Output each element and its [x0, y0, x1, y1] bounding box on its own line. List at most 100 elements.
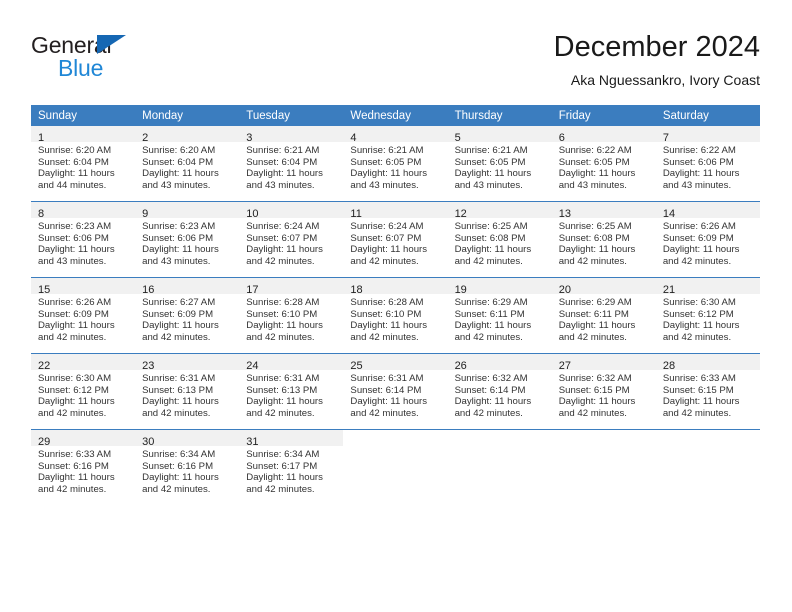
day-details: Sunrise: 6:26 AM Sunset: 6:09 PM Daylight:…	[656, 218, 760, 267]
calendar-day-cell[interactable]: 24 Sunrise: 6:31 AM Sunset: 6:13 PM Dayligh…	[239, 353, 344, 430]
sunrise-text: Sunrise: 6:32 AM	[558, 373, 632, 384]
calendar-day-cell[interactable]: 20 Sunrise: 6:29 AM Sunset: 6:11 PM Dayligh…	[551, 277, 656, 354]
calendar-day-cell[interactable]: 31 Sunrise: 6:34 AM Sunset: 6:17 PM Dayligh…	[239, 429, 344, 505]
sunrise-text: Sunrise: 6:21 AM	[350, 145, 424, 156]
calendar-day-cell[interactable]: 10 Sunrise: 6:24 AM Sunset: 6:07 PM Dayligh…	[239, 201, 344, 278]
weekday-header-tuesday: Tuesday	[239, 105, 344, 126]
daylight-text-line2: and 42 minutes.	[246, 255, 315, 267]
calendar-day-cell[interactable]: 11 Sunrise: 6:24 AM Sunset: 6:07 PM Dayligh…	[343, 201, 448, 278]
daylight-text-line2: and 42 minutes.	[38, 331, 107, 343]
calendar-day-cell[interactable]: 25 Sunrise: 6:31 AM Sunset: 6:14 PM Dayligh…	[343, 353, 448, 430]
daylight-text-line1: Daylight: 11 hours	[38, 320, 115, 332]
day-details: Sunrise: 6:31 AM Sunset: 6:13 PM Daylight:…	[239, 370, 343, 419]
sunrise-text: Sunrise: 6:33 AM	[38, 449, 112, 460]
calendar-day-cell[interactable]: 29 Sunrise: 6:33 AM Sunset: 6:16 PM Dayligh…	[31, 429, 136, 505]
calendar-day-cell[interactable]: 18 Sunrise: 6:28 AM Sunset: 6:10 PM Dayligh…	[343, 277, 448, 354]
calendar-day-cell[interactable]: 1 Sunrise: 6:20 AM Sunset: 6:04 PM Daylight…	[31, 126, 136, 202]
sunset-text: Sunset: 6:12 PM	[662, 308, 734, 320]
daylight-text-line2: and 42 minutes.	[662, 407, 732, 419]
daylight-text-line1: Daylight: 11 hours	[246, 244, 323, 256]
calendar-day-cell[interactable]: 23 Sunrise: 6:31 AM Sunset: 6:13 PM Dayligh…	[135, 353, 240, 430]
date-number-band: 30	[135, 430, 240, 448]
day-content: 10 Sunrise: 6:24 AM Sunset: 6:07 PM Dayligh…	[239, 202, 344, 277]
sunset-text: Sunset: 6:08 PM	[454, 232, 526, 244]
daylight-text-line2: and 43 minutes.	[246, 179, 315, 191]
date-number: 23	[142, 360, 155, 372]
calendar-day-cell[interactable]: 3 Sunrise: 6:21 AM Sunset: 6:04 PM Daylight…	[239, 126, 344, 202]
day-content: 9 Sunrise: 6:23 AM Sunset: 6:06 PM Daylight…	[135, 202, 240, 277]
title-block: December 2024 Aka Nguessankro, Ivory Coa…	[554, 28, 760, 91]
sunset-text: Sunset: 6:06 PM	[662, 156, 734, 168]
date-number-band: 6	[551, 126, 656, 144]
sunrise-text: Sunrise: 6:29 AM	[558, 297, 632, 308]
date-number-band: 5	[447, 126, 552, 144]
day-details: Sunrise: 6:33 AM Sunset: 6:15 PM Daylight:…	[656, 370, 760, 419]
calendar-day-cell[interactable]: 2 Sunrise: 6:20 AM Sunset: 6:04 PM Daylight…	[135, 126, 240, 202]
calendar-week-row: 1 Sunrise: 6:20 AM Sunset: 6:04 PM Daylight…	[31, 126, 760, 202]
sunrise-sunset-calendar: Sunday Monday Tuesday Wednesday Thursday…	[31, 105, 760, 505]
calendar-day-cell[interactable]: 7 Sunrise: 6:22 AM Sunset: 6:06 PM Daylight…	[655, 126, 760, 202]
day-details: Sunrise: 6:25 AM Sunset: 6:08 PM Daylight:…	[552, 218, 656, 267]
daylight-text-line2: and 42 minutes.	[350, 255, 419, 267]
sunrise-text: Sunrise: 6:23 AM	[142, 221, 216, 232]
calendar-day-cell[interactable]: 27 Sunrise: 6:32 AM Sunset: 6:15 PM Dayligh…	[551, 353, 656, 430]
calendar-day-cell[interactable]: 28 Sunrise: 6:33 AM Sunset: 6:15 PM Dayligh…	[655, 353, 760, 430]
sunset-text: Sunset: 6:15 PM	[662, 384, 734, 396]
calendar-day-cell[interactable]: 6 Sunrise: 6:22 AM Sunset: 6:05 PM Daylight…	[551, 126, 656, 202]
day-details: Sunrise: 6:26 AM Sunset: 6:09 PM Daylight:…	[31, 294, 135, 343]
calendar-day-cell[interactable]: 17 Sunrise: 6:28 AM Sunset: 6:10 PM Dayligh…	[239, 277, 344, 354]
calendar-day-cell[interactable]: 22 Sunrise: 6:30 AM Sunset: 6:12 PM Dayligh…	[31, 353, 136, 430]
daylight-text-line1: Daylight: 11 hours	[558, 396, 636, 408]
calendar-day-cell[interactable]: 12 Sunrise: 6:25 AM Sunset: 6:08 PM Dayligh…	[447, 201, 552, 278]
day-content: 16 Sunrise: 6:27 AM Sunset: 6:09 PM Dayligh…	[135, 278, 240, 353]
calendar-day-cell[interactable]: 14 Sunrise: 6:26 AM Sunset: 6:09 PM Dayligh…	[655, 201, 760, 278]
general-blue-logo[interactable]: General Blue	[31, 32, 231, 88]
sunset-text: Sunset: 6:17 PM	[246, 460, 318, 472]
daylight-text-line2: and 42 minutes.	[142, 331, 211, 343]
calendar-day-cell[interactable]: 26 Sunrise: 6:32 AM Sunset: 6:14 PM Dayligh…	[447, 353, 552, 430]
calendar-day-cell[interactable]: 9 Sunrise: 6:23 AM Sunset: 6:06 PM Daylight…	[135, 201, 240, 278]
date-number: 5	[454, 132, 461, 144]
calendar-day-cell[interactable]: 15 Sunrise: 6:26 AM Sunset: 6:09 PM Dayligh…	[31, 277, 136, 354]
sunset-text: Sunset: 6:04 PM	[38, 156, 109, 168]
date-number: 25	[350, 360, 363, 372]
date-number: 29	[38, 436, 51, 448]
daylight-text-line2: and 42 minutes.	[662, 331, 732, 343]
date-number: 3	[246, 132, 253, 144]
calendar-day-cell	[551, 429, 656, 505]
date-number-band: 13	[551, 202, 656, 220]
day-content: 4 Sunrise: 6:21 AM Sunset: 6:05 PM Daylight…	[343, 126, 448, 201]
calendar-day-cell[interactable]: 8 Sunrise: 6:23 AM Sunset: 6:06 PM Daylight…	[31, 201, 136, 278]
date-number-band: 22	[31, 354, 136, 372]
day-content: 30 Sunrise: 6:34 AM Sunset: 6:16 PM Dayligh…	[135, 430, 240, 505]
calendar-day-cell[interactable]: 19 Sunrise: 6:29 AM Sunset: 6:11 PM Dayligh…	[447, 277, 552, 354]
date-number: 27	[558, 360, 571, 372]
sunset-text: Sunset: 6:07 PM	[246, 232, 318, 244]
calendar-day-cell[interactable]: 21 Sunrise: 6:30 AM Sunset: 6:12 PM Dayligh…	[655, 277, 760, 354]
calendar-day-cell[interactable]: 30 Sunrise: 6:34 AM Sunset: 6:16 PM Dayligh…	[135, 429, 240, 505]
day-content: 15 Sunrise: 6:26 AM Sunset: 6:09 PM Dayligh…	[31, 278, 136, 353]
daylight-text-line1: Daylight: 11 hours	[558, 168, 636, 180]
daylight-text-line2: and 42 minutes.	[142, 407, 211, 419]
day-details: Sunrise: 6:33 AM Sunset: 6:16 PM Daylight:…	[31, 446, 135, 495]
day-content: 19 Sunrise: 6:29 AM Sunset: 6:11 PM Dayligh…	[447, 278, 552, 353]
date-number: 14	[662, 208, 676, 220]
daylight-text-line2: and 43 minutes.	[38, 255, 107, 267]
date-number: 6	[558, 132, 565, 144]
day-content: 14 Sunrise: 6:26 AM Sunset: 6:09 PM Dayligh…	[655, 202, 760, 277]
calendar-day-cell[interactable]: 16 Sunrise: 6:27 AM Sunset: 6:09 PM Dayligh…	[135, 277, 240, 354]
sunset-text: Sunset: 6:04 PM	[246, 156, 318, 168]
date-number-band: 3	[239, 126, 344, 144]
calendar-day-cell	[447, 429, 552, 505]
day-content: 24 Sunrise: 6:31 AM Sunset: 6:13 PM Dayligh…	[239, 354, 344, 429]
date-number-band: 28	[655, 354, 760, 372]
daylight-text-line2: and 42 minutes.	[38, 407, 107, 419]
calendar-day-cell[interactable]: 13 Sunrise: 6:25 AM Sunset: 6:08 PM Dayligh…	[551, 201, 656, 278]
daylight-text-line2: and 43 minutes.	[662, 179, 732, 191]
day-content: 28 Sunrise: 6:33 AM Sunset: 6:15 PM Dayligh…	[655, 354, 760, 429]
date-number-band: 27	[551, 354, 656, 372]
calendar-day-cell[interactable]: 5 Sunrise: 6:21 AM Sunset: 6:05 PM Daylight…	[447, 126, 552, 202]
daylight-text-line2: and 42 minutes.	[454, 331, 523, 343]
date-number: 18	[350, 284, 363, 296]
calendar-day-cell[interactable]: 4 Sunrise: 6:21 AM Sunset: 6:05 PM Daylight…	[343, 126, 448, 202]
